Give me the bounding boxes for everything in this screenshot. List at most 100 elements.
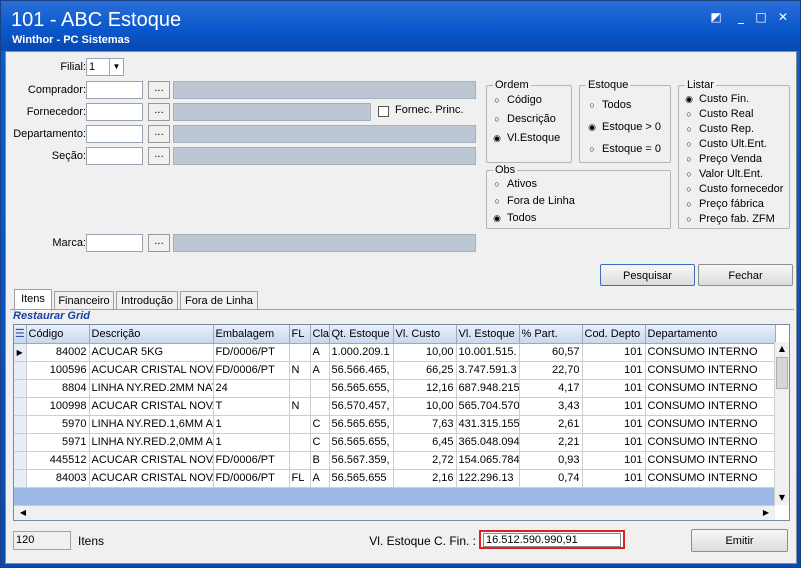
emitir-button[interactable]: Emitir [691,529,788,552]
table-row[interactable]: ▶ 84002 ACUCAR 5KG FD/0006/PT A 1.000.209.1 10… [14,343,776,362]
grid-cell[interactable]: N [289,397,311,416]
grid-cell[interactable]: 24 [213,379,290,398]
grid-cell[interactable]: 100998 [26,397,90,416]
table-row[interactable]: 5970 LINHA NY.RED.1,6MM AN 1 C 56.565.655, 7,… [14,415,776,434]
grid-cell[interactable] [289,433,311,452]
grid-cell[interactable]: 445512 [26,451,90,470]
grid-column-header[interactable]: Descrição [89,325,214,344]
grid-cell[interactable]: 56.565.655, [329,379,394,398]
listar-option-custo-ult-ent[interactable]: ○ Custo Ult.Ent. [685,138,767,150]
grid-cell[interactable]: B [310,451,330,470]
grid-cell[interactable]: LINHA NY.RED.2,0MM AN [89,433,214,452]
grid-cell[interactable]: 5970 [26,415,90,434]
listar-option-custo-real[interactable]: ○ Custo Real [685,108,753,120]
grid-cell[interactable]: CONSUMO INTERNO [645,451,776,470]
ordem-option-codigo[interactable]: ○ Código [493,94,542,106]
grid-cell[interactable]: 101 [582,361,646,380]
grid-cell[interactable]: 5971 [26,433,90,452]
grid-cell[interactable]: 84002 [26,343,90,362]
results-grid[interactable]: ☰ Código Descrição Embalagem FL Cla Qt. Estoqu… [13,324,790,521]
marca-search-button[interactable]: ... [148,234,170,252]
grid-horizontal-scrollbar[interactable]: ◀ ▶ [14,505,775,520]
grid-cell[interactable]: 84003 [26,469,90,488]
grid-column-header[interactable]: Vl. Custo [393,325,457,344]
grid-cell[interactable]: 1 [213,433,290,452]
grid-cell[interactable]: 56.565.655 [329,469,394,488]
secao-search-button[interactable]: ... [148,147,170,165]
tab-introducao[interactable]: Introdução [116,291,178,310]
grid-column-header[interactable]: Departamento [645,325,776,344]
grid-cell[interactable]: CONSUMO INTERNO [645,469,776,488]
grid-vertical-scrollbar[interactable]: ▲ ▼ [774,342,789,505]
scroll-down-icon[interactable]: ▼ [775,491,789,505]
grid-cell[interactable]: FD/0006/PT [213,469,290,488]
grid-cell[interactable]: 66,25 [393,361,457,380]
grid-column-header[interactable]: Embalagem [213,325,290,344]
listar-option-custo-fornecedor[interactable]: ○ Custo fornecedor [685,183,783,195]
grid-cell[interactable]: 2,61 [519,415,583,434]
grid-cell[interactable]: 1.000.209.1 [329,343,394,362]
maximize-icon[interactable]: □ [754,10,768,24]
secao-input[interactable] [86,147,143,165]
marca-input[interactable] [86,234,143,252]
table-row[interactable]: 84003 ACUCAR CRISTAL NOVA FD/0006/PT FL A 56.… [14,469,776,488]
grid-cell[interactable]: T [213,397,290,416]
grid-cell[interactable]: 101 [582,433,646,452]
fornecedor-search-button[interactable]: ... [148,103,170,121]
grid-cell[interactable]: 56.570.457, [329,397,394,416]
grid-cell[interactable]: ACUCAR CRISTAL NOVA [89,469,214,488]
fornec-princ-checkbox[interactable] [378,106,389,117]
grid-cell[interactable]: 7,63 [393,415,457,434]
grid-cell[interactable]: FD/0006/PT [213,361,290,380]
grid-cell[interactable]: 56.565.655, [329,433,394,452]
grid-cell[interactable]: CONSUMO INTERNO [645,379,776,398]
grid-cell[interactable]: 10,00 [393,343,457,362]
comprador-input[interactable] [86,81,143,99]
scroll-right-icon[interactable]: ▶ [759,506,773,520]
grid-column-header[interactable]: Qt. Estoque [329,325,394,344]
grid-cell[interactable]: ACUCAR CRISTAL NOVA [89,361,214,380]
tab-financeiro[interactable]: Financeiro [54,291,114,310]
grid-cell[interactable]: 0,74 [519,469,583,488]
table-row[interactable]: 100998 ACUCAR CRISTAL NOVA T N 56.570.457, 10… [14,397,776,416]
departamento-search-button[interactable]: ... [148,125,170,143]
tab-itens[interactable]: Itens [14,289,52,311]
chevron-down-icon[interactable]: ▼ [109,59,123,75]
grid-cell[interactable]: C [310,415,330,434]
grid-column-header[interactable]: FL [289,325,311,344]
grid-menu-icon[interactable]: ☰ [14,325,27,344]
grid-cell[interactable] [289,451,311,470]
listar-option-preco-fab-zfm[interactable]: ○ Preço fab. ZFM [685,213,775,225]
grid-cell[interactable]: 0,93 [519,451,583,470]
grid-cell[interactable]: FD/0006/PT [213,451,290,470]
grid-column-header[interactable]: Cod. Depto [582,325,646,344]
grid-cell[interactable] [289,415,311,434]
grid-cell[interactable]: 101 [582,397,646,416]
grid-cell[interactable]: 431.315.155 [456,415,520,434]
grid-cell[interactable]: 1 [213,415,290,434]
grid-cell[interactable]: 101 [582,469,646,488]
ordem-option-vlestoque[interactable]: ◉ Vl.Estoque [493,132,560,144]
grid-cell[interactable]: 101 [582,343,646,362]
estoque-option-maior[interactable]: ◉ Estoque > 0 [588,121,661,133]
departamento-input[interactable] [86,125,143,143]
grid-column-header[interactable]: Código [26,325,90,344]
grid-cell[interactable]: CONSUMO INTERNO [645,433,776,452]
table-row[interactable]: 5971 LINHA NY.RED.2,0MM AN 1 C 56.565.655, 6,… [14,433,776,452]
listar-option-preco-venda[interactable]: ○ Preço Venda [685,153,762,165]
grid-cell[interactable]: 2,72 [393,451,457,470]
fechar-button[interactable]: Fechar [698,264,793,286]
filial-select[interactable]: 1 ▼ [86,58,124,76]
grid-cell[interactable]: LINHA NY.RED.1,6MM AN [89,415,214,434]
grid-cell[interactable]: 10.001.515. [456,343,520,362]
grid-cell[interactable]: 100596 [26,361,90,380]
grid-cell[interactable]: CONSUMO INTERNO [645,361,776,380]
grid-cell[interactable]: A [310,469,330,488]
grid-cell[interactable]: N [289,361,311,380]
grid-cell[interactable] [289,379,311,398]
restore-icon[interactable]: ◩ [709,10,723,24]
grid-cell[interactable]: 101 [582,415,646,434]
grid-cell[interactable] [310,379,330,398]
minimize-icon[interactable]: _ [734,10,748,24]
grid-cell[interactable]: CONSUMO INTERNO [645,343,776,362]
